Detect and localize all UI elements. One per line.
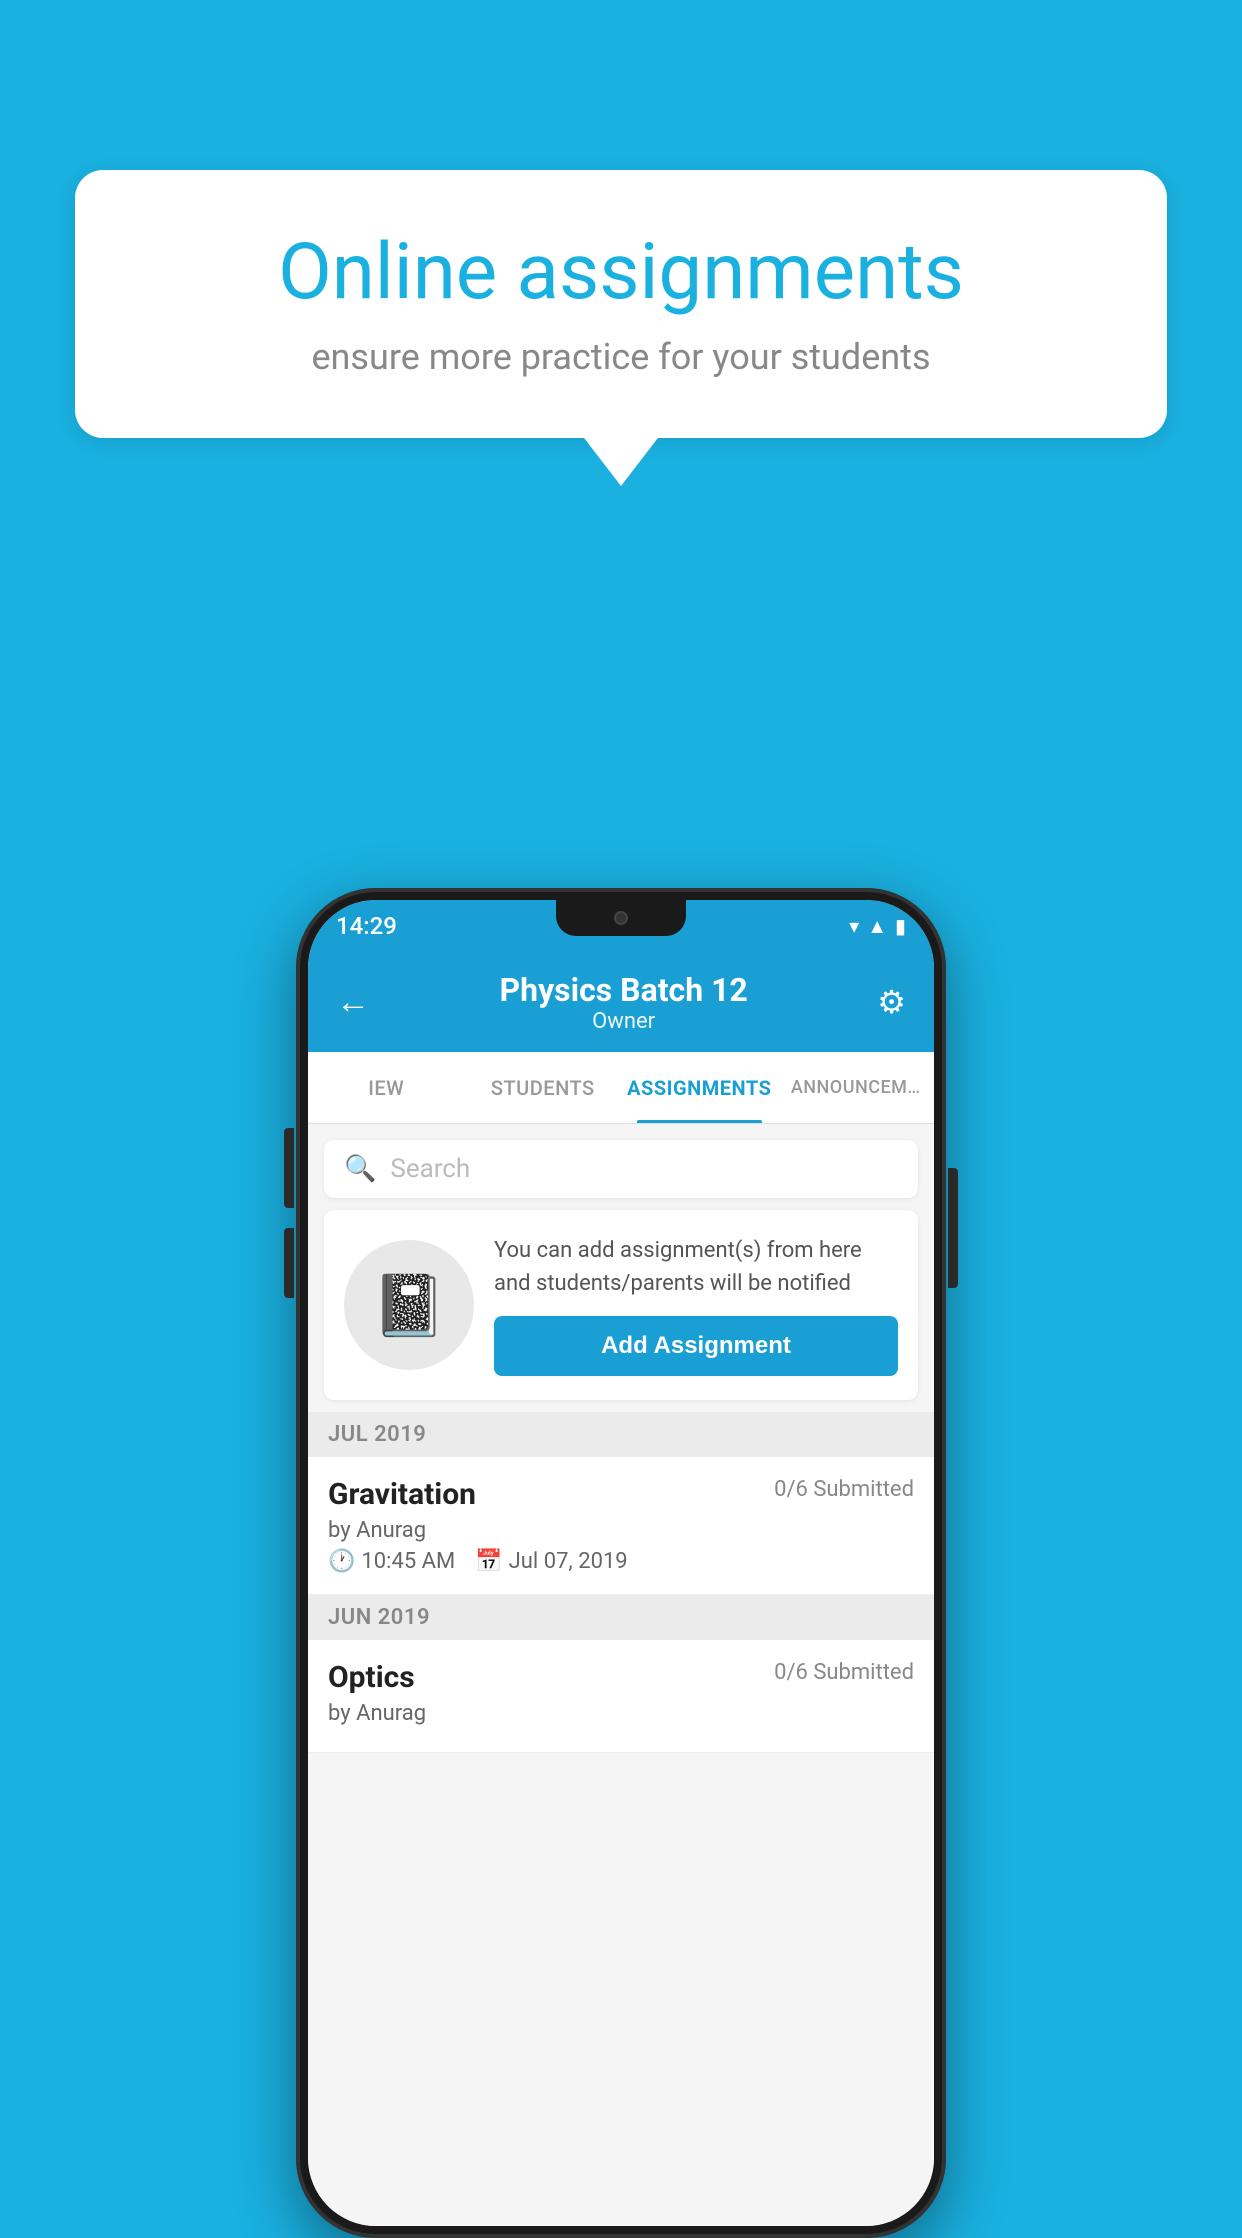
empty-state-right: You can add assignment(s) from here and …: [494, 1234, 898, 1376]
empty-state-card: 📓 You can add assignment(s) from here an…: [324, 1210, 918, 1400]
assignment-time-gravitation: 🕐 10:45 AM: [328, 1549, 455, 1574]
tab-assignments[interactable]: ASSIGNMENTS: [621, 1052, 778, 1123]
tab-announcements[interactable]: ANNOUNCEM…: [778, 1052, 935, 1123]
calendar-icon: 📅: [475, 1549, 502, 1574]
camera: [614, 911, 628, 925]
tab-bar: IEW STUDENTS ASSIGNMENTS ANNOUNCEM…: [308, 1052, 934, 1124]
tab-iew[interactable]: IEW: [308, 1052, 465, 1123]
assignment-optics[interactable]: Optics 0/6 Submitted by Anurag: [308, 1640, 934, 1753]
assignment-gravitation[interactable]: Gravitation 0/6 Submitted by Anurag 🕐 10…: [308, 1457, 934, 1595]
assignment-name-gravitation: Gravitation: [328, 1477, 476, 1512]
status-time: 14:29: [336, 912, 397, 940]
app-header: ← Physics Batch 12 Owner ⚙: [308, 952, 934, 1052]
add-assignment-button[interactable]: Add Assignment: [494, 1316, 898, 1376]
status-icons: ▾ ▲ ▮: [849, 914, 906, 939]
assignment-by-optics: by Anurag: [328, 1701, 914, 1726]
assignment-submitted-optics: 0/6 Submitted: [774, 1660, 914, 1685]
section-jul-2019: JUL 2019: [308, 1412, 934, 1457]
header-center: Physics Batch 12 Owner: [500, 971, 748, 1034]
notebook-icon: 📓: [372, 1270, 447, 1341]
speech-bubble: Online assignments ensure more practice …: [75, 170, 1167, 438]
notch: [556, 900, 686, 936]
settings-icon[interactable]: ⚙: [877, 983, 906, 1021]
header-title: Physics Batch 12: [500, 971, 748, 1009]
battery-icon: ▮: [895, 914, 906, 938]
assignment-illustration: 📓: [344, 1240, 474, 1370]
assignment-meta-gravitation: 🕐 10:45 AM 📅 Jul 07, 2019: [328, 1549, 914, 1574]
phone-screen: 14:29 ▾ ▲ ▮ ← Physics Batch 12 Owner ⚙ I…: [308, 900, 934, 2226]
speech-bubble-container: Online assignments ensure more practice …: [75, 170, 1167, 438]
speech-bubble-subtitle: ensure more practice for your students: [145, 336, 1097, 378]
phone-outer: 14:29 ▾ ▲ ▮ ← Physics Batch 12 Owner ⚙ I…: [296, 888, 946, 2238]
assignment-submitted-gravitation: 0/6 Submitted: [774, 1477, 914, 1502]
assignment-date-gravitation: 📅 Jul 07, 2019: [475, 1549, 627, 1574]
speech-bubble-title: Online assignments: [145, 230, 1097, 316]
signal-icon: ▲: [867, 914, 887, 939]
content-area: 🔍 Search 📓 You can add assignment(s) fro…: [308, 1124, 934, 2226]
clock-icon: 🕐: [328, 1549, 355, 1574]
tab-students[interactable]: STUDENTS: [465, 1052, 622, 1123]
phone-mockup: 14:29 ▾ ▲ ▮ ← Physics Batch 12 Owner ⚙ I…: [296, 888, 946, 2238]
assignment-by-gravitation: by Anurag: [328, 1518, 914, 1543]
search-bar[interactable]: 🔍 Search: [324, 1140, 918, 1198]
back-button[interactable]: ←: [336, 982, 370, 1022]
wifi-icon: ▾: [849, 914, 859, 938]
section-jun-2019: JUN 2019: [308, 1595, 934, 1640]
header-subtitle: Owner: [500, 1009, 748, 1034]
search-icon: 🔍: [344, 1154, 376, 1184]
assignment-name-optics: Optics: [328, 1660, 415, 1695]
search-placeholder: Search: [390, 1154, 470, 1184]
empty-state-text: You can add assignment(s) from here and …: [494, 1234, 898, 1300]
